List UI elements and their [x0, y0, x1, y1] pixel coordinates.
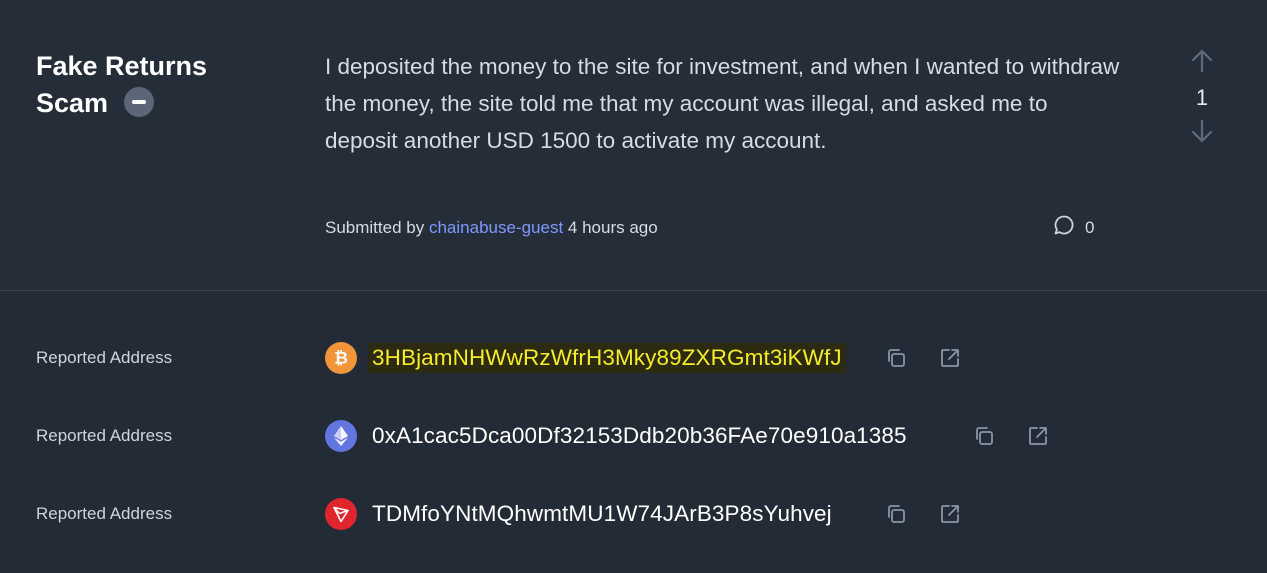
report-card: Fake Returns Scam I deposited the money …	[0, 0, 1267, 291]
external-link-icon[interactable]	[938, 346, 962, 370]
submitted-time: 4 hours ago	[567, 218, 658, 237]
bitcoin-icon: ₿	[325, 342, 357, 374]
comment-bubble-icon	[1053, 214, 1075, 241]
reported-address-text[interactable]: 0xA1cac5Dca00Df32153Ddb20b36FAe70e910a13…	[368, 421, 911, 451]
reported-address-text[interactable]: 3HBjamNHWwRzWfrH3Mky89ZXRGmt3iKWfJ	[368, 343, 846, 373]
copy-icon[interactable]	[884, 346, 908, 370]
report-page: Fake Returns Scam I deposited the money …	[0, 0, 1267, 573]
address-actions	[884, 502, 962, 526]
svg-text:₿: ₿	[334, 349, 348, 368]
vote-widget: 1	[1182, 48, 1222, 148]
category-title-line2: Scam	[36, 88, 109, 118]
downvote-arrow-icon[interactable]	[1182, 118, 1222, 148]
external-link-icon[interactable]	[938, 502, 962, 526]
address-row: Reported Address TDMfoYNtMQhwmtMU1W74JAr…	[0, 494, 1267, 534]
copy-icon[interactable]	[972, 424, 996, 448]
address-row: Reported Address ₿ 3HBjamNHWwRzWfrH3Mky8…	[0, 338, 1267, 378]
address-row: Reported Address 0xA1cac5Dca00Df32153Ddb…	[0, 416, 1267, 456]
external-link-icon[interactable]	[1026, 424, 1050, 448]
collapse-minus-icon[interactable]	[123, 86, 154, 117]
scam-category: Fake Returns Scam	[36, 48, 266, 122]
reported-address-text[interactable]: TDMfoYNtMQhwmtMU1W74JArB3P8sYuhvej	[368, 499, 836, 529]
address-label: Reported Address	[36, 504, 173, 523]
copy-icon[interactable]	[884, 502, 908, 526]
reported-addresses: Reported Address ₿ 3HBjamNHWwRzWfrH3Mky8…	[0, 292, 1267, 573]
comments-button[interactable]: 0	[1053, 214, 1094, 241]
address-actions	[972, 424, 1050, 448]
author-link[interactable]: chainabuse-guest	[429, 218, 563, 237]
address-actions	[884, 346, 962, 370]
ethereum-icon	[325, 420, 357, 452]
category-title-line1: Fake Returns	[36, 51, 208, 81]
upvote-arrow-icon[interactable]	[1182, 48, 1222, 78]
tron-icon	[325, 498, 357, 530]
address-label: Reported Address	[36, 426, 173, 445]
comment-count: 0	[1085, 217, 1095, 237]
submission-info: Submitted by chainabuse-guest 4 hours ag…	[325, 218, 658, 238]
report-description: I deposited the money to the site for in…	[325, 54, 1120, 153]
submitted-prefix: Submitted by	[325, 218, 425, 237]
vote-count: 1	[1195, 85, 1209, 110]
address-label: Reported Address	[36, 348, 173, 367]
